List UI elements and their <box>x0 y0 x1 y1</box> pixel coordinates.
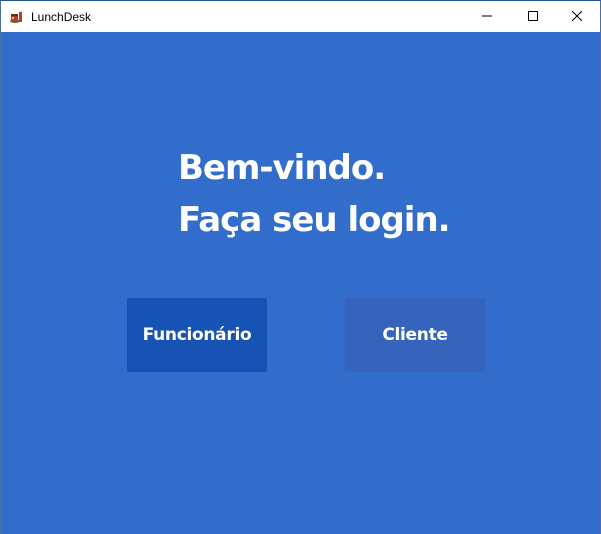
minimize-button[interactable] <box>464 1 510 32</box>
minimize-icon <box>482 8 492 26</box>
title-bar[interactable]: LunchDesk <box>1 1 600 32</box>
login-prompt-line: Faça seu login. <box>178 200 451 240</box>
funcionario-login-button[interactable]: Funcionário <box>127 298 267 372</box>
cliente-login-button[interactable]: Cliente <box>345 298 485 372</box>
app-window: LunchDesk Bem-vindo. Faça seu login. Fun… <box>0 0 601 534</box>
welcome-line: Bem-vindo. <box>178 148 386 188</box>
maximize-button[interactable] <box>510 1 556 32</box>
welcome-heading: Bem-vindo. Faça seu login. <box>178 142 451 246</box>
login-panel: Bem-vindo. Faça seu login. Funcionário C… <box>1 32 600 534</box>
lunch-meal-icon <box>9 8 25 24</box>
close-icon <box>571 8 583 26</box>
close-button[interactable] <box>554 1 600 32</box>
window-title: LunchDesk <box>31 10 92 24</box>
maximize-icon <box>528 8 538 26</box>
